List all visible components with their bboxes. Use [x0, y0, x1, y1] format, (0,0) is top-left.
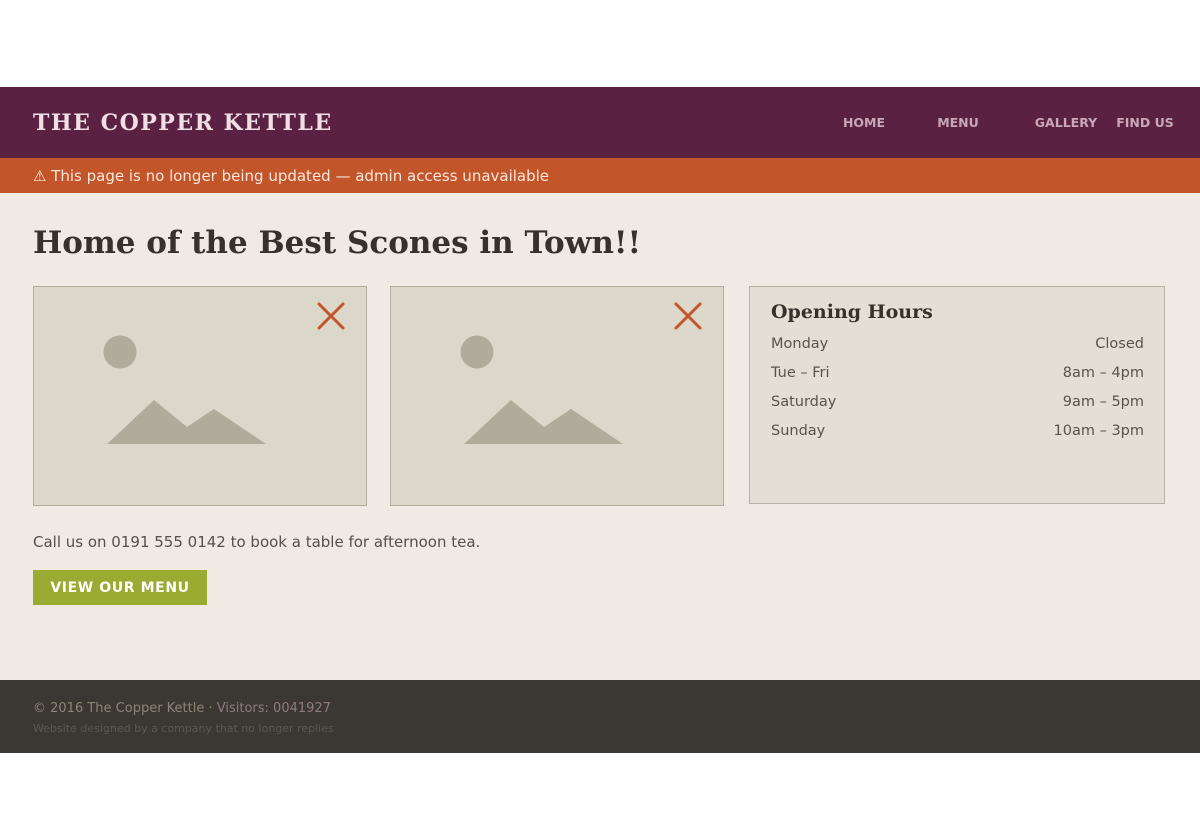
hours-day: Monday — [771, 336, 829, 352]
broken-image-icon — [674, 302, 702, 330]
footer-line: © 2016 The Copper Kettle · Visitors: 004… — [33, 701, 1167, 716]
view-menu-button[interactable]: VIEW OUR MENU — [33, 570, 207, 605]
hours-time: 10am – 3pm — [1053, 423, 1144, 439]
hours-row: Tue – Fri 8am – 4pm — [771, 366, 1144, 395]
deprecation-banner: ⚠ This page is no longer being updated —… — [0, 158, 1200, 193]
page-headline: Home of the Best Scones in Town!! — [33, 225, 642, 261]
hours-row: Saturday 9am – 5pm — [771, 395, 1144, 424]
broken-image-icon — [317, 302, 345, 330]
hours-row: Monday Closed — [771, 337, 1144, 366]
nav-gallery[interactable]: GALLERY — [1029, 115, 1103, 130]
opening-hours-panel: Opening Hours Monday Closed Tue – Fri 8a… — [749, 286, 1165, 504]
nav-find-us[interactable]: FIND US — [1115, 115, 1175, 130]
hours-day: Tue – Fri — [771, 365, 830, 381]
hours-time: Closed — [1095, 336, 1144, 352]
site-header: THE COPPER KETTLE HOME MENU GALLERY FIND… — [0, 87, 1200, 158]
broken-image-2 — [390, 286, 724, 506]
visitor-counter: Visitors: 0041927 — [216, 701, 331, 716]
site-brand[interactable]: THE COPPER KETTLE — [33, 110, 333, 136]
footer-copyright: © 2016 The Copper Kettle · — [33, 701, 213, 716]
nav-menu[interactable]: MENU — [923, 115, 993, 130]
hours-day: Saturday — [771, 394, 837, 410]
hours-row: Sunday 10am – 3pm — [771, 424, 1144, 453]
footer-credit: Website designed by a company that no lo… — [33, 722, 334, 735]
hours-time: 9am – 5pm — [1062, 394, 1144, 410]
opening-hours-title: Opening Hours — [771, 301, 933, 323]
hours-time: 8am – 4pm — [1062, 365, 1144, 381]
booking-text: Call us on 0191 555 0142 to book a table… — [33, 533, 481, 551]
hours-day: Sunday — [771, 423, 826, 439]
website: THE COPPER KETTLE HOME MENU GALLERY FIND… — [0, 87, 1200, 753]
nav-home[interactable]: HOME — [819, 115, 909, 130]
main-content: Home of the Best Scones in Town!! Openin… — [0, 193, 1200, 680]
banner-text: ⚠ This page is no longer being updated —… — [33, 166, 550, 185]
site-footer: © 2016 The Copper Kettle · Visitors: 004… — [0, 680, 1200, 753]
broken-image-1 — [33, 286, 367, 506]
main-nav: HOME MENU GALLERY FIND US — [819, 87, 1174, 158]
